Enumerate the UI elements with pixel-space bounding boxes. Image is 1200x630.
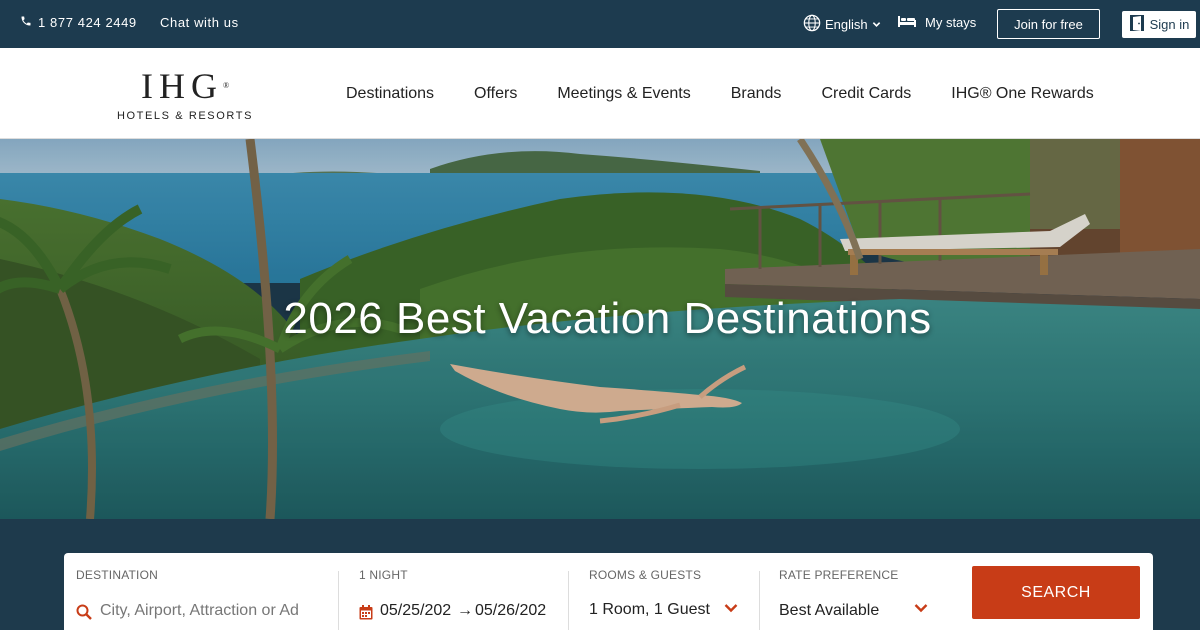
rooms-guests-label: ROOMS & GUESTS xyxy=(589,568,702,582)
nav-item-meetings-events[interactable]: Meetings & Events xyxy=(557,85,690,103)
phone-icon xyxy=(20,15,32,30)
join-button[interactable]: Join for free xyxy=(997,9,1100,39)
rate-preference-value: Best Available xyxy=(779,602,880,619)
check-in-date[interactable]: 05/25/202 xyxy=(380,602,456,620)
phone-link[interactable]: 1 877 424 2449 xyxy=(20,15,137,30)
globe-icon xyxy=(803,14,821,35)
utility-bar: 1 877 424 2449 Chat with us English My s… xyxy=(0,0,1200,48)
calendar-icon xyxy=(359,605,373,625)
rooms-guests-field[interactable]: ROOMS & GUESTS 1 Room, 1 Guest xyxy=(569,553,759,630)
ihg-logo[interactable]: IHG® HOTELS & RESORTS xyxy=(112,68,258,122)
rate-preference-field[interactable]: RATE PREFERENCE Best Available xyxy=(760,553,950,630)
destination-label: DESTINATION xyxy=(76,568,158,582)
nav-item-credit-cards[interactable]: Credit Cards xyxy=(821,85,911,103)
logo-subtitle: HOTELS & RESORTS xyxy=(116,110,254,122)
search-button[interactable]: SEARCH xyxy=(972,566,1140,619)
chat-link[interactable]: Chat with us xyxy=(160,15,239,30)
door-icon xyxy=(1129,14,1145,35)
search-icon xyxy=(76,604,92,625)
chevron-down-icon xyxy=(724,600,738,616)
my-stays-link[interactable]: My stays xyxy=(897,14,976,31)
date-arrow: → xyxy=(457,602,473,619)
search-panel: DESTINATION City, Airport, Attraction or… xyxy=(64,553,1153,630)
hero-title: 2026 Best Vacation Destinations xyxy=(283,294,932,343)
nav-item-brands[interactable]: Brands xyxy=(731,85,782,103)
language-label: English xyxy=(825,17,868,32)
chevron-down-icon xyxy=(914,600,928,616)
sign-in-button[interactable]: Sign in xyxy=(1122,11,1196,38)
nav-item-offers[interactable]: Offers xyxy=(474,85,517,103)
main-navigation: IHG® HOTELS & RESORTS Destinations Offer… xyxy=(0,48,1200,139)
rooms-guests-value: 1 Room, 1 Guest xyxy=(589,601,710,618)
language-selector[interactable]: English xyxy=(803,14,881,35)
my-stays-label: My stays xyxy=(925,15,977,30)
rate-preference-label: RATE PREFERENCE xyxy=(779,568,899,582)
dates-field[interactable]: 1 NIGHT 05/25/202 → 05/26/202 xyxy=(339,553,567,630)
nav-links: Destinations Offers Meetings & Events Br… xyxy=(346,85,1094,103)
nav-item-destinations[interactable]: Destinations xyxy=(346,85,434,103)
check-out-date[interactable]: 05/26/202 xyxy=(475,602,551,620)
logo-mark: IHG® xyxy=(140,66,230,106)
bed-icon xyxy=(897,14,917,31)
sign-in-label: Sign in xyxy=(1149,17,1190,32)
chevron-down-icon xyxy=(872,17,881,32)
destination-field[interactable]: DESTINATION City, Airport, Attraction or… xyxy=(64,553,338,630)
hero-banner: 2026 Best Vacation Destinations xyxy=(0,139,1200,519)
destination-input[interactable]: City, Airport, Attraction or Ad xyxy=(100,602,318,620)
phone-number: 1 877 424 2449 xyxy=(38,15,137,30)
nav-item-one-rewards[interactable]: IHG® One Rewards xyxy=(951,85,1094,103)
nights-label: 1 NIGHT xyxy=(359,568,408,582)
